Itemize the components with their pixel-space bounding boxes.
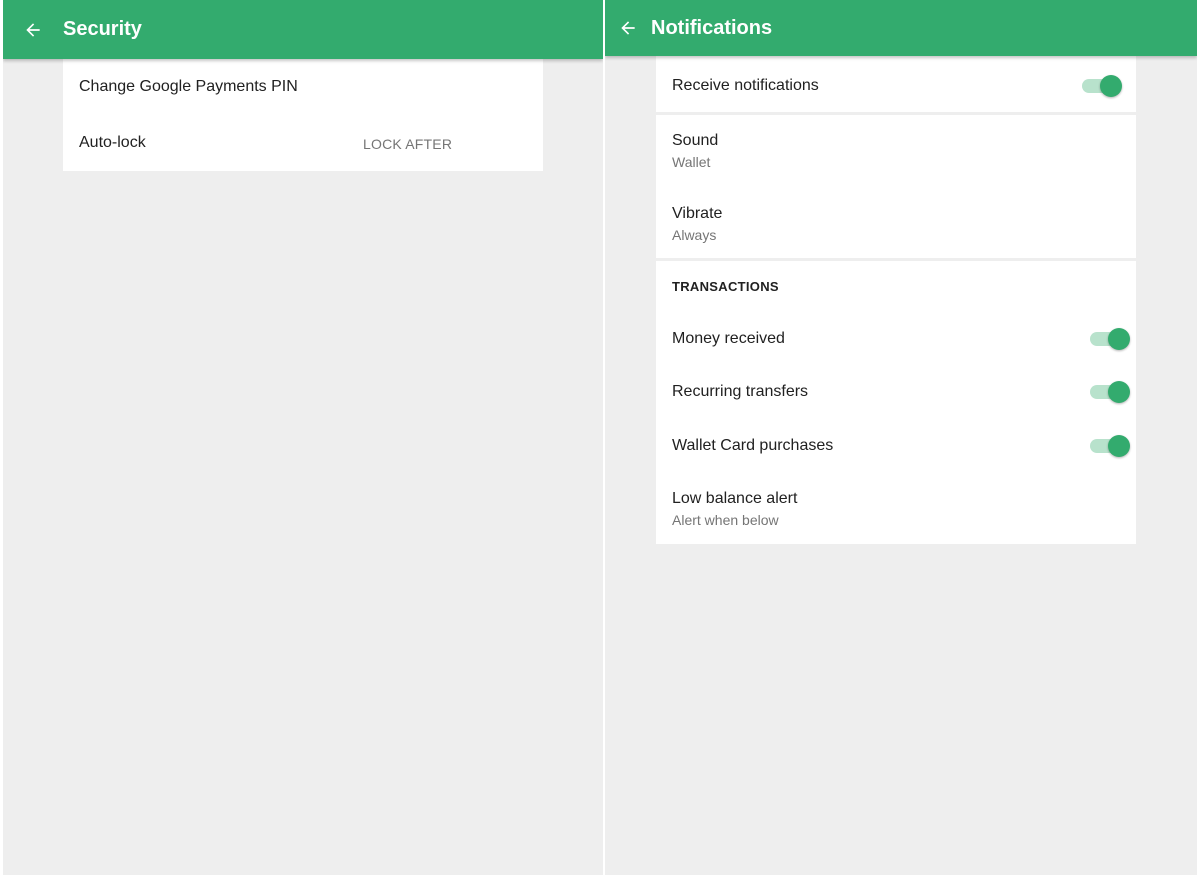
low-balance-alert-label: Low balance alert [672, 490, 798, 507]
receive-notifications-item[interactable]: Receive notifications [656, 56, 1136, 112]
arrow-left-icon [23, 20, 43, 40]
page-title: Security [63, 18, 142, 40]
vibrate-item[interactable]: Vibrate Always [656, 185, 1136, 258]
security-app-bar: Security [3, 0, 603, 59]
notifications-screen: Notifications Receive notifications Soun… [605, 0, 1197, 875]
arrow-left-icon [618, 18, 638, 38]
auto-lock-value: LOCK AFTER [363, 136, 453, 152]
auto-lock-item[interactable]: Auto-lock LOCK AFTER [63, 115, 543, 171]
recurring-transfers-item[interactable]: Recurring transfers [656, 365, 1136, 419]
wallet-card-purchases-toggle[interactable] [1090, 435, 1130, 457]
notifications-app-bar: Notifications [605, 0, 1197, 56]
sound-item[interactable]: Sound Wallet [656, 115, 1136, 185]
notification-settings-card: Receive notifications Sound Wallet Vibra… [656, 56, 1136, 544]
vibrate-label: Vibrate [672, 205, 723, 222]
sound-label: Sound [672, 132, 719, 149]
money-received-item[interactable]: Money received [656, 312, 1136, 365]
vibrate-value: Always [672, 227, 717, 243]
low-balance-alert-item[interactable]: Low balance alert Alert when below [656, 473, 1136, 544]
receive-notifications-toggle[interactable] [1082, 75, 1122, 97]
security-screen: Security Change Google Payments PIN Auto… [3, 0, 603, 875]
recurring-transfers-toggle[interactable] [1090, 381, 1130, 403]
wallet-card-purchases-item[interactable]: Wallet Card purchases [656, 419, 1136, 473]
back-button[interactable] [605, 0, 651, 56]
wallet-card-purchases-label: Wallet Card purchases [672, 437, 834, 454]
transactions-header: TRANSACTIONS [672, 279, 779, 294]
recurring-transfers-label: Recurring transfers [672, 383, 809, 400]
money-received-toggle[interactable] [1090, 328, 1130, 350]
money-received-label: Money received [672, 330, 785, 347]
sound-value: Wallet [672, 154, 711, 170]
divider [656, 258, 1136, 261]
change-pin-label: Change Google Payments PIN [79, 78, 298, 95]
page-title: Notifications [651, 16, 773, 39]
low-balance-alert-value: Alert when below [672, 512, 779, 528]
change-pin-item[interactable]: Change Google Payments PIN [63, 59, 543, 115]
auto-lock-label: Auto-lock [79, 134, 146, 151]
receive-notifications-label: Receive notifications [672, 77, 819, 94]
security-settings-card: Change Google Payments PIN Auto-lock LOC… [63, 59, 543, 171]
back-button[interactable] [3, 0, 63, 59]
